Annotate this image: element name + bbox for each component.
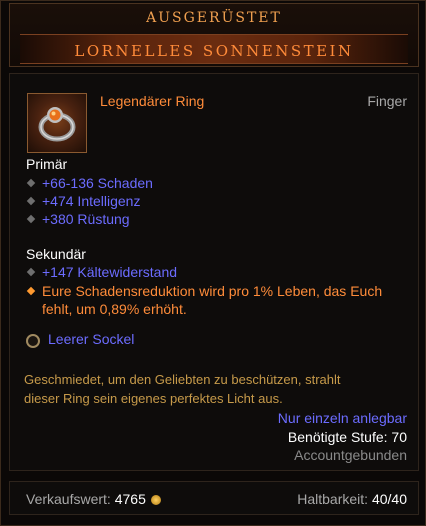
item-slot: Finger — [367, 93, 407, 109]
durability-label: Haltbarkeit: — [297, 491, 369, 507]
flavor-line1: Geschmiedet, um den Geliebten zu beschüt… — [24, 372, 341, 387]
legendary-affix: Eure Schadensreduktion wird pro 1% Leben… — [26, 282, 406, 300]
tooltip-footer: Verkaufswert: 4765 Haltbarkeit: 40/40 — [9, 481, 419, 515]
sell-amount: 4765 — [114, 491, 146, 507]
legendary-diamond-icon — [26, 286, 36, 296]
gold-coin-icon — [150, 495, 161, 505]
flavor-text: Geschmiedet, um den Geliebten zu beschüt… — [24, 370, 404, 408]
tooltip-header: AUSGERÜSTET LORNELLES SONNENSTEIN — [9, 3, 419, 67]
primary-header: Primär — [26, 156, 68, 172]
diamond-bullet-icon — [26, 178, 36, 188]
item-tooltip: AUSGERÜSTET LORNELLES SONNENSTEIN Legend… — [0, 0, 426, 526]
durability: Haltbarkeit: 40/40 — [297, 491, 407, 507]
empty-socket: Leerer Sockel — [26, 331, 134, 348]
primary-stat: +66-136 Schaden — [26, 175, 153, 191]
legendary-affix-line1: Eure Schadensreduktion wird pro 1% Leben… — [42, 283, 383, 299]
legendary-affix-cont: fehlt, um 0,89% erhöht. — [42, 301, 187, 317]
item-type: Legendärer Ring — [100, 93, 205, 109]
socket-icon — [26, 334, 40, 348]
secondary-stat: +147 Kältewiderstand — [26, 264, 177, 280]
item-name-banner: LORNELLES SONNENSTEIN — [20, 34, 408, 64]
flavor-line2: dieser Ring sein eigenes perfektes Licht… — [24, 391, 283, 406]
durability-value: 40/40 — [371, 491, 407, 507]
primary-stat: +474 Intelligenz — [26, 193, 140, 209]
equipped-label: AUSGERÜSTET — [146, 10, 282, 26]
unique-equipped: Nur einzeln anlegbar — [277, 410, 407, 426]
sell-value: Verkaufswert: 4765 — [26, 491, 161, 507]
tooltip-body: Legendärer Ring Finger Primär +66-136 Sc… — [9, 73, 419, 471]
primary-stat-text: +474 Intelligenz — [42, 193, 141, 209]
ring-icon — [38, 107, 76, 142]
account-bound: Accountgebunden — [294, 447, 407, 463]
item-name: LORNELLES SONNENSTEIN — [74, 42, 354, 60]
primary-stat-text: +380 Rüstung — [42, 211, 130, 227]
primary-stat-text: +66-136 Schaden — [42, 175, 153, 191]
diamond-bullet-icon — [26, 214, 36, 224]
item-icon-frame — [27, 93, 87, 153]
socket-label: Leerer Sockel — [48, 331, 135, 347]
secondary-header: Sekundär — [26, 246, 86, 262]
required-level: Benötigte Stufe: 70 — [287, 429, 407, 445]
diamond-bullet-icon — [26, 196, 36, 206]
sell-label: Verkaufswert: — [26, 491, 111, 507]
secondary-stat-text: +147 Kältewiderstand — [42, 264, 178, 280]
primary-stat: +380 Rüstung — [26, 211, 130, 227]
diamond-bullet-icon — [26, 267, 36, 277]
